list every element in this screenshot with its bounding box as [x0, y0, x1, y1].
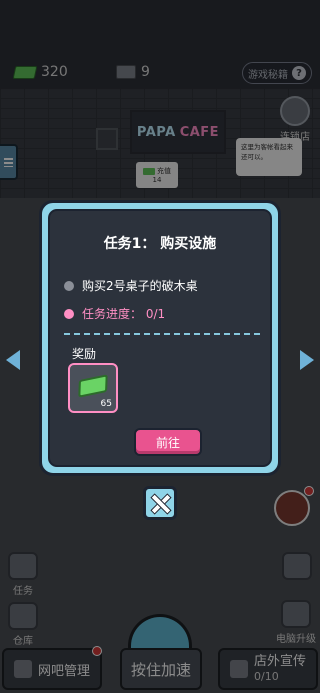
previous-arrow[interactable] — [6, 350, 20, 370]
bullet-icon — [64, 308, 74, 319]
reward-label: 奖励 — [72, 347, 97, 361]
task-modal: 任务1： 购买设施 购买2号桌子的破木桌 任务进度： 0/1 奖励 65 前往 — [39, 200, 281, 476]
modal-title: 任务1： 购买设施 — [103, 236, 217, 252]
reward-item: 65 — [68, 363, 118, 413]
next-arrow[interactable] — [300, 350, 314, 370]
bullet-icon — [64, 280, 74, 291]
progress-text: 任务进度： 0/1 — [82, 307, 166, 321]
close-icon — [151, 494, 169, 512]
go-button[interactable]: 前往 — [134, 428, 202, 456]
task-text: 购买2号桌子的破木桌 — [82, 279, 198, 293]
divider — [64, 333, 260, 335]
task-progress: 任务进度： 0/1 — [64, 305, 165, 322]
modal-panel: 任务1： 购买设施 购买2号桌子的破木桌 任务进度： 0/1 奖励 65 前往 — [48, 209, 272, 467]
reward-count: 65 — [100, 399, 112, 409]
task-item: 购买2号桌子的破木桌 — [64, 277, 198, 294]
close-button[interactable] — [143, 486, 177, 520]
cash-icon — [78, 374, 108, 398]
